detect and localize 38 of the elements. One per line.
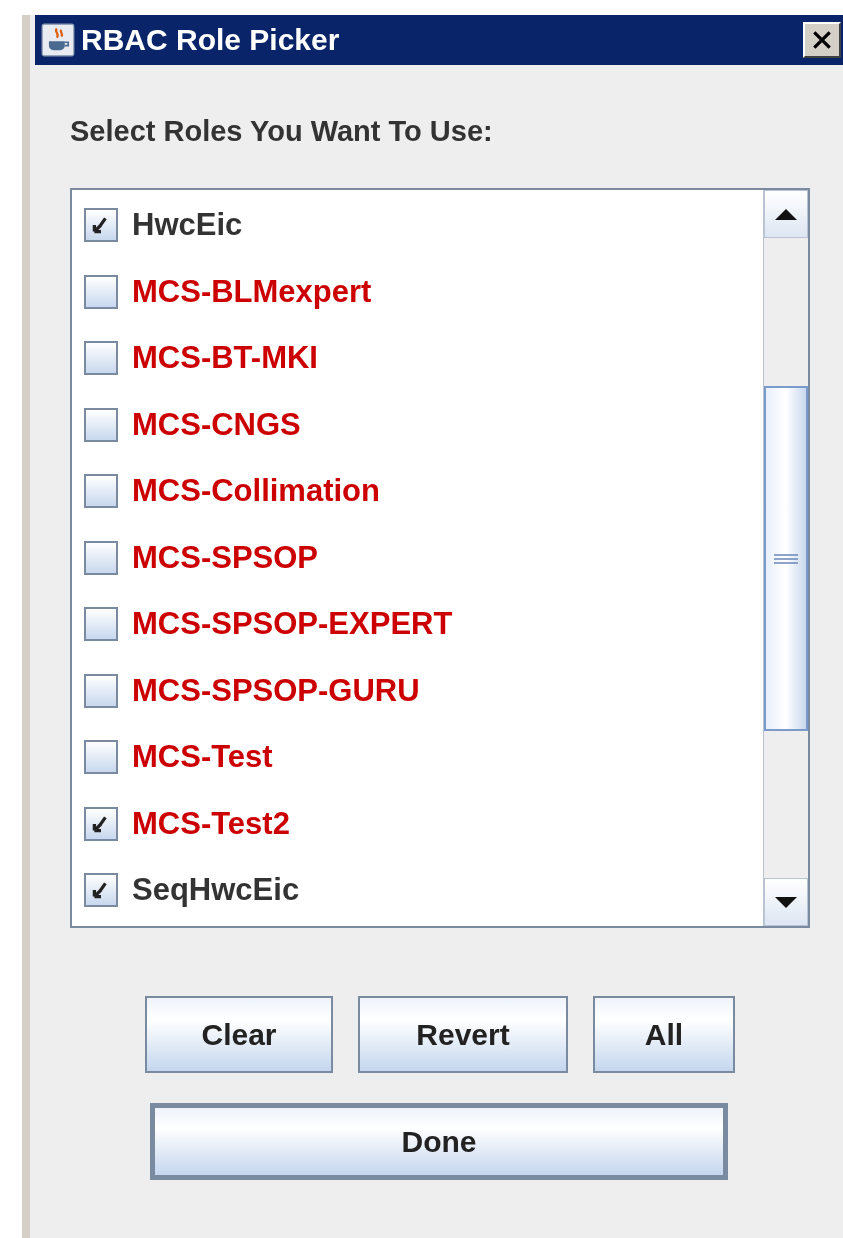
- action-button[interactable]: Revert: [358, 996, 568, 1073]
- done-button[interactable]: Done: [150, 1103, 728, 1180]
- scroll-up-button[interactable]: [764, 190, 808, 238]
- down-arrow-icon: [775, 896, 797, 908]
- checkbox[interactable]: [84, 540, 118, 575]
- role-name[interactable]: MCS-Test2: [132, 805, 290, 842]
- role-name[interactable]: MCS-BT-MKI: [132, 340, 318, 377]
- checkbox[interactable]: [84, 673, 118, 708]
- checkbox[interactable]: [84, 806, 118, 841]
- prompt-label: Select Roles You Want To Use:: [70, 115, 494, 148]
- role-name[interactable]: MCS-BLMexpert: [132, 273, 372, 310]
- checkbox[interactable]: [84, 341, 118, 376]
- role-name[interactable]: SeqHwcEic: [132, 872, 300, 909]
- role-name[interactable]: MCS-SPSOP: [132, 539, 319, 576]
- scrollbar[interactable]: [763, 190, 808, 926]
- action-button[interactable]: Clear: [145, 996, 333, 1073]
- action-button[interactable]: All: [593, 996, 735, 1073]
- role-name[interactable]: HwcEic: [132, 207, 243, 244]
- window-title: RBAC Role Picker: [81, 23, 341, 57]
- role-name[interactable]: MCS-Collimation: [132, 473, 380, 510]
- grip-icon: [773, 553, 799, 564]
- checkbox[interactable]: [84, 208, 118, 243]
- checkbox[interactable]: [84, 407, 118, 442]
- role-name[interactable]: MCS-CNGS: [132, 406, 301, 443]
- checkbox[interactable]: [84, 740, 118, 775]
- role-name[interactable]: MCS-Test: [132, 739, 273, 776]
- checkbox[interactable]: [84, 873, 118, 908]
- checkbox[interactable]: [84, 607, 118, 642]
- close-button[interactable]: [803, 22, 841, 58]
- checkbox[interactable]: [84, 274, 118, 309]
- coffee-cup-icon: [41, 23, 75, 57]
- up-arrow-icon: [775, 208, 797, 220]
- role-name[interactable]: MCS-SPSOP-GURU: [132, 672, 420, 709]
- role-name[interactable]: MCS-SPSOP-EXPERT: [132, 606, 453, 643]
- scroll-thumb[interactable]: [764, 386, 808, 731]
- close-icon: [811, 29, 833, 51]
- scroll-down-button[interactable]: [764, 878, 808, 926]
- checkbox[interactable]: [84, 474, 118, 509]
